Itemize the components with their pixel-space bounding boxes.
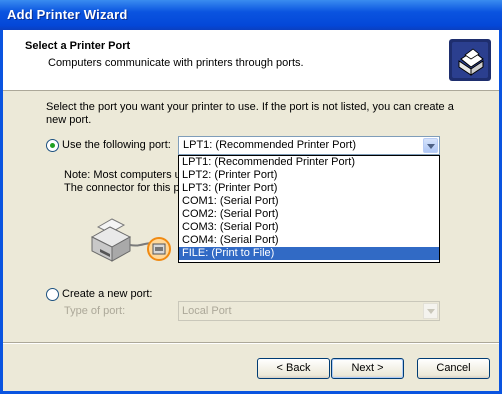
footer-divider bbox=[3, 342, 499, 344]
create-port-radio[interactable] bbox=[46, 288, 59, 301]
port-option-lpt1[interactable]: LPT1: (Recommended Printer Port) bbox=[179, 156, 439, 169]
wizard-header: Select a Printer Port Computers communic… bbox=[3, 30, 499, 91]
port-option-lpt3[interactable]: LPT3: (Printer Port) bbox=[179, 182, 439, 195]
port-type-value: Local Port bbox=[182, 305, 232, 317]
title-bar[interactable]: Add Printer Wizard bbox=[0, 0, 502, 30]
port-dropdown-list[interactable]: LPT1: (Recommended Printer Port) LPT2: (… bbox=[178, 155, 440, 263]
port-combobox-value: LPT1: (Recommended Printer Port) bbox=[183, 139, 357, 151]
create-port-label[interactable]: Create a new port: bbox=[62, 288, 153, 300]
port-option-com4[interactable]: COM4: (Serial Port) bbox=[179, 234, 439, 247]
note-line-1: Note: Most computers u bbox=[64, 169, 178, 181]
port-note: Note: Most computers u The connector for… bbox=[64, 169, 178, 195]
port-option-lpt2[interactable]: LPT2: (Printer Port) bbox=[179, 169, 439, 182]
back-button[interactable]: < Back bbox=[257, 358, 330, 379]
header-subtitle: Computers communicate with printers thro… bbox=[48, 57, 304, 69]
note-line-2: The connector for this p bbox=[64, 182, 178, 194]
port-combobox[interactable]: LPT1: (Recommended Printer Port) bbox=[178, 136, 440, 155]
port-type-label: Type of port: bbox=[64, 305, 126, 317]
use-port-label[interactable]: Use the following port: bbox=[62, 139, 171, 151]
port-type-combobox[interactable]: Local Port bbox=[178, 301, 440, 321]
window-title: Add Printer Wizard bbox=[7, 7, 128, 22]
instructions-text: Select the port you want your printer to… bbox=[46, 101, 454, 126]
chevron-down-icon[interactable] bbox=[423, 138, 438, 153]
port-option-com3[interactable]: COM3: (Serial Port) bbox=[179, 221, 439, 234]
cancel-button[interactable]: Cancel bbox=[417, 358, 490, 379]
header-title: Select a Printer Port bbox=[25, 40, 131, 52]
port-option-file[interactable]: FILE: (Print to File) bbox=[179, 247, 439, 260]
port-option-com2[interactable]: COM2: (Serial Port) bbox=[179, 208, 439, 221]
next-button[interactable]: Next > bbox=[331, 358, 404, 379]
printer-connector-icon bbox=[90, 218, 171, 262]
chevron-down-icon[interactable] bbox=[423, 303, 438, 319]
radio-selected-dot bbox=[50, 143, 55, 148]
use-port-radio[interactable] bbox=[46, 139, 59, 152]
port-option-com1[interactable]: COM1: (Serial Port) bbox=[179, 195, 439, 208]
printer-wizard-icon bbox=[449, 39, 491, 81]
